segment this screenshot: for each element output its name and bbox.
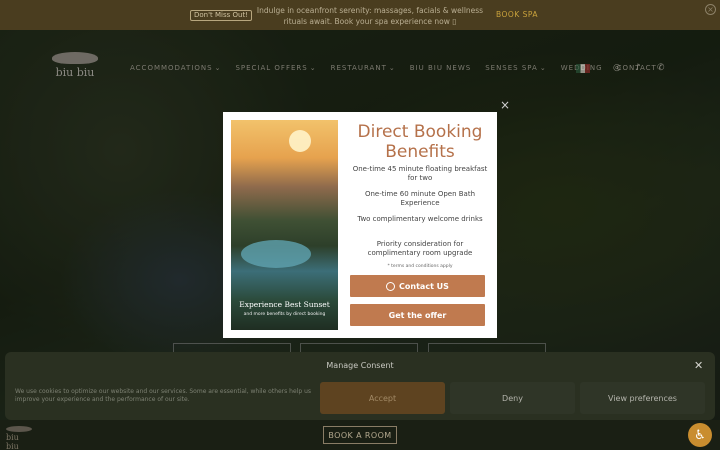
chevron-down-icon: ⌄ xyxy=(539,64,547,72)
accept-button[interactable]: Accept xyxy=(320,382,445,414)
image-subcaption: and more benefits by direct booking xyxy=(243,312,326,317)
site-logo[interactable]: biu biu xyxy=(52,52,98,82)
nav-item-senses-spa[interactable]: SENSES SPA ⌄ xyxy=(485,64,547,72)
benefit-item: Priority consideration for complimentary… xyxy=(367,240,473,257)
tiktok-icon[interactable]: ♪ xyxy=(635,63,641,73)
nav-item-accommodations[interactable]: ACCOMMODATIONS ⌄ xyxy=(130,64,221,72)
announcement-bar: Don't Miss Out! Indulge in oceanfront se… xyxy=(0,0,720,30)
pool-shape xyxy=(241,240,311,268)
book-a-room-button[interactable]: BOOK A ROOM xyxy=(323,426,397,444)
footer-logo[interactable]: biu biu xyxy=(6,426,34,450)
nav-item-restaurant[interactable]: RESTAURANT ⌄ xyxy=(331,64,396,72)
chevron-down-icon: ⌄ xyxy=(309,64,317,72)
footer-logo-text: biu biu xyxy=(6,433,19,450)
get-offer-button[interactable]: Get the offer xyxy=(350,304,485,326)
announcement-badge: Don't Miss Out! xyxy=(190,10,253,21)
benefit-item: Two complimentary welcome drinks xyxy=(357,215,483,223)
consent-close-icon[interactable]: ✕ xyxy=(694,359,703,372)
popup-close-icon[interactable]: × xyxy=(500,98,510,112)
chevron-down-icon: ⌄ xyxy=(388,64,396,72)
leaf-logo-icon xyxy=(52,52,98,64)
announcement-close-icon[interactable]: × xyxy=(705,4,716,15)
view-preferences-button[interactable]: View preferences xyxy=(580,382,705,414)
whatsapp-icon xyxy=(386,281,396,291)
instagram-icon[interactable]: ◎ xyxy=(613,63,621,73)
accessibility-icon[interactable]: ♿ xyxy=(688,423,712,447)
whatsapp-icon[interactable]: ✆ xyxy=(657,63,665,73)
sunset-promo-image: Experience Best Sunset and more benefits… xyxy=(231,120,338,330)
image-caption: Experience Best Sunset xyxy=(239,300,330,309)
book-spa-link[interactable]: BOOK SPA xyxy=(496,10,538,19)
deny-button[interactable]: Deny xyxy=(450,382,575,414)
nav-item-biu-biu-news[interactable]: BIU BIU NEWS xyxy=(410,64,471,72)
leaf-logo-icon xyxy=(6,426,32,432)
language-flag-icon[interactable] xyxy=(576,64,590,73)
direct-booking-popup: Experience Best Sunset and more benefits… xyxy=(223,112,497,338)
logo-text: biu biu xyxy=(55,66,95,79)
announcement-message[interactable]: Indulge in oceanfront serenity: massages… xyxy=(250,5,490,27)
contact-us-button[interactable]: Contact US xyxy=(350,275,485,297)
nav-item-special-offers[interactable]: SPECIAL OFFERS ⌄ xyxy=(235,64,316,72)
contact-us-label: Contact US xyxy=(399,281,449,291)
get-offer-label: Get the offer xyxy=(388,310,447,320)
consent-text: We use cookies to optimize our website a… xyxy=(15,388,311,403)
sun-shape xyxy=(289,130,311,152)
benefit-item: One-time 60 minute Open Bath Experience xyxy=(364,190,476,207)
benefit-item: One-time 45 minute floating breakfast fo… xyxy=(352,165,488,182)
terms-note: * terms and conditions apply xyxy=(387,264,453,269)
consent-title: Manage Consent xyxy=(326,361,394,370)
popup-title: Direct Booking Benefits xyxy=(357,122,483,162)
cookie-consent-banner: Manage Consent ✕ We use cookies to optim… xyxy=(5,352,715,420)
chevron-down-icon: ⌄ xyxy=(214,64,222,72)
